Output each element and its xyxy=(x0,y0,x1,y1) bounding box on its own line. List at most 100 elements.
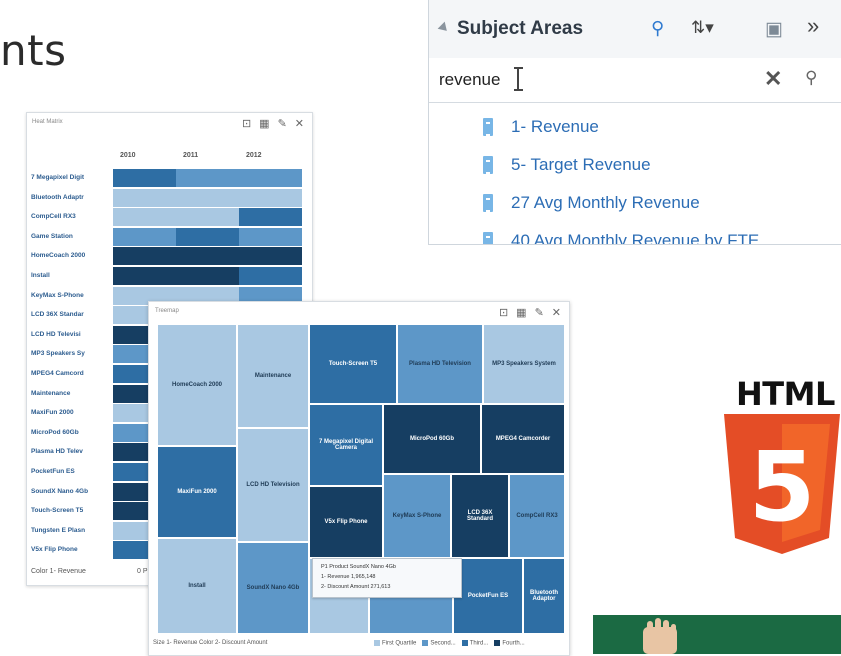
legend-item: Fourth... xyxy=(494,640,525,647)
close-icon[interactable]: ✕ xyxy=(295,117,304,130)
tooltip-product: P1 Product SoundX Nano 4Gb xyxy=(321,564,396,570)
treemap-tile[interactable]: LCD HD Television xyxy=(237,428,309,542)
legend-swatch xyxy=(422,640,429,646)
heatmap-cell[interactable] xyxy=(113,208,176,227)
heatmap-cell[interactable] xyxy=(239,188,302,207)
heatmap-row-label: KeyMax S-Phone xyxy=(31,291,84,299)
treemap-tile[interactable]: HomeCoach 2000 xyxy=(157,324,237,446)
heatmap-footer-right: 0 P xyxy=(137,568,148,575)
heatmap-row-label: MaxiFun 2000 xyxy=(31,409,74,417)
treemap-tile[interactable]: PocketFun ES xyxy=(453,558,523,634)
treemap-tile[interactable]: V5x Flip Phone xyxy=(309,486,383,558)
heatmap-cell[interactable] xyxy=(239,169,302,187)
heatmap-row-label: SoundX Nano 4Gb xyxy=(31,487,89,495)
heatmap-footer: Color 1- Revenue xyxy=(31,568,86,575)
legend-item: Third... xyxy=(461,640,489,647)
heatmap-cell[interactable] xyxy=(176,169,239,187)
list-item-label: 40 Avg Monthly Revenue by FTE xyxy=(511,231,760,245)
treemap-tile[interactable]: 7 Megapixel Digital Camera xyxy=(309,404,383,486)
treemap-footer: Size 1- Revenue Color 2- Discount Amount xyxy=(153,640,268,646)
list-item-label: 27 Avg Monthly Revenue xyxy=(511,193,700,212)
treemap-tooltip: P1 Product SoundX Nano 4Gb 1- Revenue 1,… xyxy=(312,558,462,598)
heatmap-row-label: Bluetooth Adaptr xyxy=(31,193,84,201)
close-icon[interactable]: ✕ xyxy=(552,306,561,319)
double-chevron-icon[interactable]: » xyxy=(807,13,819,39)
treemap-tile[interactable]: KeyMax S-Phone xyxy=(383,474,451,558)
heatmap-row-label: 7 Megapixel Digit xyxy=(31,174,85,181)
heatmap-cell[interactable] xyxy=(113,227,176,246)
treemap-tile[interactable]: MaxiFun 2000 xyxy=(157,446,237,538)
text-cursor-icon xyxy=(514,67,523,91)
heatmap-cell[interactable] xyxy=(239,267,302,285)
heatmap-row-label: Tungsten E Plasn xyxy=(31,526,86,534)
treemap-tile[interactable]: Touch-Screen T5 xyxy=(309,324,397,404)
heatmap-year-label: 2010 xyxy=(120,152,136,159)
search-input[interactable] xyxy=(439,68,739,92)
list-item[interactable]: 1- Revenue xyxy=(483,114,599,140)
measure-column-icon xyxy=(483,232,493,244)
heatmap-row-label: PocketFun ES xyxy=(31,468,75,475)
legend-item: Second... xyxy=(422,640,456,647)
legend-label: Third... xyxy=(469,640,489,647)
heatmap-row-label: MP3 Speakers Sy xyxy=(31,350,85,358)
heatmap-row-label: Install xyxy=(31,272,50,279)
list-item[interactable]: 40 Avg Monthly Revenue by FTE xyxy=(483,228,760,245)
subject-areas-title: Subject Areas xyxy=(457,18,584,39)
treemap-tile[interactable]: Install xyxy=(157,538,237,634)
treemap-tile[interactable]: MPEG4 Camcorder xyxy=(481,404,565,474)
heatmap-cell[interactable] xyxy=(113,169,176,187)
subject-areas-search-row: ✕ ⚲ xyxy=(429,58,841,103)
measure-column-icon xyxy=(483,156,493,174)
treemap-tile[interactable]: LCD 36X Standard xyxy=(451,474,509,558)
treemap-legend: First Quartile Second... Third... Fourth... xyxy=(374,640,525,647)
list-item[interactable]: 27 Avg Monthly Revenue xyxy=(483,190,700,216)
export-icon[interactable]: ⊡ xyxy=(499,306,508,319)
table-icon[interactable]: ▦ xyxy=(516,306,526,319)
heatmap-cell[interactable] xyxy=(176,227,239,246)
heatmap-row-label: CompCell RX3 xyxy=(31,213,76,221)
clear-x-icon[interactable]: ✕ xyxy=(764,66,782,92)
search-icon[interactable]: ⚲ xyxy=(651,18,664,39)
edit-pencil-icon[interactable]: ✎ xyxy=(535,306,544,319)
tooltip-discount: 2- Discount Amount 271,613 xyxy=(321,584,391,590)
legend-swatch xyxy=(461,640,468,646)
heatmap-cell[interactable] xyxy=(176,267,239,285)
heatmap-row-label: Plasma HD Telev xyxy=(31,448,83,456)
treemap-toolbar: ⊡ ▦ ✎ ✕ xyxy=(499,306,561,319)
html5-digit: 5 xyxy=(749,431,816,543)
export-icon[interactable]: ▣ xyxy=(765,18,783,41)
heatmap-cell[interactable] xyxy=(239,247,302,266)
table-icon[interactable]: ▦ xyxy=(259,117,269,130)
list-item-label: 5- Target Revenue xyxy=(511,155,651,174)
heatmap-cell[interactable] xyxy=(176,247,239,266)
html5-logo-text: HTML xyxy=(736,375,835,413)
treemap-tile[interactable]: Bluetooth Adaptor xyxy=(523,558,565,634)
heatmap-cell[interactable] xyxy=(113,247,176,266)
treemap-tile[interactable]: MP3 Speakers System xyxy=(483,324,565,404)
legend-label: Second... xyxy=(430,640,456,647)
heatmap-cell[interactable] xyxy=(176,188,239,207)
heatmap-year-label: 2011 xyxy=(183,152,199,159)
heatmap-title: Heat Matrix xyxy=(32,119,63,125)
magnifier-icon[interactable]: ⚲ xyxy=(805,68,817,88)
collapse-triangle-icon[interactable] xyxy=(437,21,451,35)
sort-icon[interactable]: ⇅▾ xyxy=(691,18,714,38)
treemap-title: Treemap xyxy=(155,308,179,314)
edit-pencil-icon[interactable]: ✎ xyxy=(278,117,287,130)
heatmap-cell[interactable] xyxy=(176,208,239,227)
heatmap-row-label: V5x Flip Phone xyxy=(31,546,78,554)
treemap-tile[interactable]: MicroPod 60Gb xyxy=(383,404,481,474)
treemap-tile[interactable]: Maintenance xyxy=(237,324,309,428)
heatmap-cell[interactable] xyxy=(113,188,176,207)
export-icon[interactable]: ⊡ xyxy=(242,117,251,130)
treemap-tile[interactable]: SoundX Nano 4Gb xyxy=(237,542,309,634)
heatmap-row-label: Game Station xyxy=(31,232,73,240)
heatmap-row-label: MicroPod 60Gb xyxy=(31,428,79,436)
list-item[interactable]: 5- Target Revenue xyxy=(483,152,651,178)
treemap-tile[interactable]: Plasma HD Television xyxy=(397,324,483,404)
heatmap-cell[interactable] xyxy=(239,227,302,246)
legend-label: Fourth... xyxy=(502,640,525,647)
heatmap-cell[interactable] xyxy=(113,267,176,285)
treemap-tile[interactable]: CompCell RX3 xyxy=(509,474,565,558)
heatmap-cell[interactable] xyxy=(239,208,302,227)
